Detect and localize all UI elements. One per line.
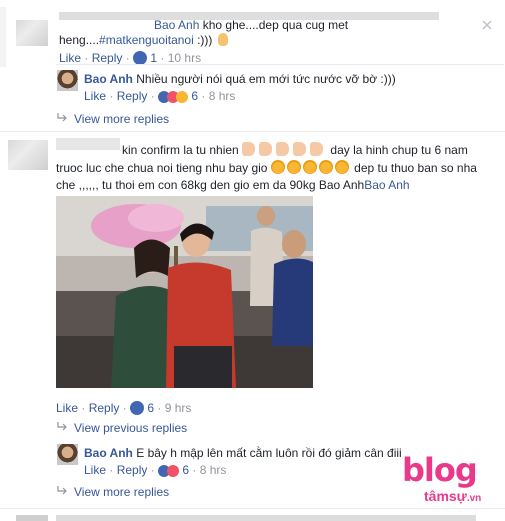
- like-button[interactable]: Like: [59, 51, 81, 65]
- reply-button[interactable]: Reply: [89, 401, 120, 415]
- bao-anh-avatar[interactable]: [57, 70, 78, 91]
- heart-eyes-emoji-icon: [270, 160, 285, 174]
- comment-2-actions: Like · Reply · 6 · 9 hrs: [56, 401, 192, 415]
- reply-2-actions: Like · Reply · 6 · 8 hrs: [84, 463, 227, 477]
- like-reaction-icon: [133, 51, 148, 65]
- clapping-hand-emoji-icon: [310, 142, 324, 156]
- comment-2-text-line2: truoc luc che chua noi tieng nhu bay gio…: [56, 160, 477, 175]
- commenter-avatar-blurred[interactable]: [16, 20, 48, 46]
- redacted-name-bar: [56, 138, 120, 150]
- reply-arrow-icon: [57, 422, 67, 431]
- reaction-count[interactable]: 6: [182, 463, 189, 477]
- photo-illustration: [56, 196, 313, 388]
- next-comment-avatar: [16, 515, 48, 521]
- reply-1-actions: Like · Reply · 6 · 8 hrs: [84, 89, 236, 103]
- comment-divider: [0, 131, 505, 132]
- blog-tamsu-watermark-logo: blog tâmsự.vn: [402, 451, 482, 504]
- mention-bao-anh[interactable]: Bao Anh: [154, 18, 199, 32]
- hashtag-link[interactable]: #matkenguoitanoi: [99, 33, 194, 47]
- mention-bao-anh[interactable]: Bao Anh: [364, 178, 409, 192]
- ok-hand-emoji-icon: [217, 33, 228, 46]
- love-reaction-icon: [167, 465, 180, 477]
- view-more-replies-1[interactable]: View more replies: [56, 112, 169, 126]
- reply-arrow-icon: [57, 113, 67, 122]
- reply-divider: [56, 64, 504, 65]
- bao-anh-avatar[interactable]: [57, 444, 78, 465]
- reply-author-bao-anh[interactable]: Bao Anh: [84, 72, 133, 86]
- clapping-hand-emoji-icon: [259, 142, 273, 156]
- like-button[interactable]: Like: [84, 89, 106, 103]
- reaction-count[interactable]: 6: [191, 89, 198, 103]
- reply-1-text: Bao Anh Nhiều người nói quá em mới tức n…: [84, 72, 396, 86]
- reply-button[interactable]: Reply: [117, 89, 148, 103]
- heart-eyes-emoji-icon: [286, 160, 301, 174]
- like-button[interactable]: Like: [84, 463, 106, 477]
- comment-1-text-line1: Bao Anh kho ghe....dep qua cug met: [154, 18, 349, 32]
- clapping-hand-emoji-icon: [276, 142, 290, 156]
- reply-button[interactable]: Reply: [92, 51, 123, 65]
- heart-eyes-emoji-icon: [302, 160, 317, 174]
- reply-arrow-icon: [57, 486, 67, 495]
- timestamp[interactable]: 8 hrs: [209, 89, 236, 103]
- comment-2-text-line3: che ,,,,,, tu thoi em con 68kg den gio e…: [56, 178, 410, 192]
- next-comment-text-cutoff: [56, 515, 476, 521]
- haha-reaction-icon: [176, 91, 189, 103]
- left-edge: [0, 7, 6, 67]
- attached-photo[interactable]: [56, 196, 313, 388]
- comment-1-actions: Like · Reply · 1 · 10 hrs: [59, 51, 202, 65]
- close-icon[interactable]: [482, 19, 492, 30]
- heart-eyes-emoji-icon: [318, 160, 333, 174]
- comment-2-text-line1: kin confirm la tu nhien day la hinh chup…: [122, 142, 468, 157]
- reply-button[interactable]: Reply: [117, 463, 148, 477]
- clapping-hand-emoji-icon: [293, 142, 307, 156]
- clapping-hand-emoji-icon: [242, 142, 256, 156]
- commenter-avatar-blurred[interactable]: [8, 140, 48, 170]
- reply-2-text: Bao Anh E bây h mập lên mất cằm luôn rồi…: [84, 446, 402, 460]
- reaction-count[interactable]: 1: [150, 51, 157, 65]
- like-button[interactable]: Like: [56, 401, 78, 415]
- comment-1-text-line2: heng....#matkenguoitanoi :))): [59, 33, 228, 47]
- heart-eyes-emoji-icon: [334, 160, 349, 174]
- timestamp[interactable]: 9 hrs: [165, 401, 192, 415]
- reaction-count[interactable]: 6: [147, 401, 154, 415]
- reply-author-bao-anh[interactable]: Bao Anh: [84, 446, 133, 460]
- timestamp[interactable]: 8 hrs: [200, 463, 227, 477]
- timestamp[interactable]: 10 hrs: [168, 51, 201, 65]
- like-reaction-icon: [130, 401, 145, 415]
- view-more-replies-2[interactable]: View more replies: [56, 485, 169, 499]
- view-previous-replies[interactable]: View previous replies: [56, 421, 187, 435]
